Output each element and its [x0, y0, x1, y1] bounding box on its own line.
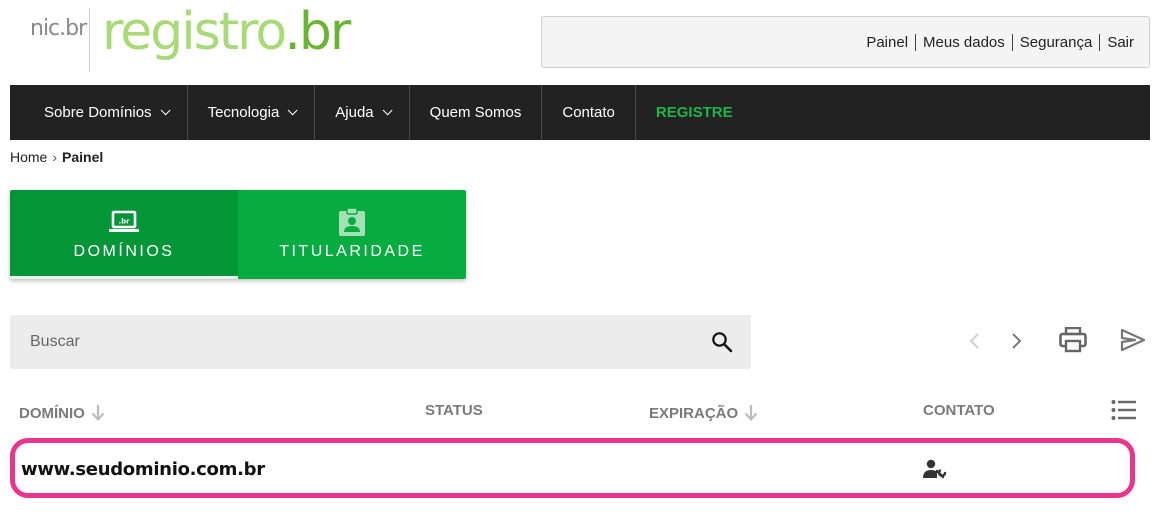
- logo-divider: [89, 8, 90, 72]
- column-label: CONTATO: [923, 402, 995, 419]
- chevron-down-icon: [160, 105, 171, 116]
- nav-sobre-dominios[interactable]: Sobre Domínios: [10, 85, 188, 140]
- sort-arrow-down-icon[interactable]: [744, 404, 758, 422]
- breadcrumb-current: Painel: [62, 149, 104, 165]
- section-tabs: .br DOMÍNIOS TITULARIDADE: [10, 190, 466, 279]
- chevron-right-icon[interactable]: [1008, 331, 1024, 356]
- table-row[interactable]: www.seudominio.com.br: [10, 438, 1135, 498]
- search-box: [10, 315, 751, 369]
- registro-br-logo: registro.br: [102, 2, 351, 62]
- laptop-br-icon: .br: [108, 208, 140, 236]
- nav-label: Quem Somos: [429, 104, 522, 121]
- print-icon[interactable]: [1059, 326, 1087, 358]
- nic-br-logo: nic.br: [30, 16, 87, 41]
- tab-label: DOMÍNIOS: [73, 243, 175, 260]
- nav-label: Tecnologia: [207, 104, 280, 121]
- user-links-box: Painel Meus dados Segurança Sair: [541, 16, 1150, 68]
- badge-person-icon: [338, 207, 366, 236]
- link-seguranca[interactable]: Segurança: [1011, 34, 1100, 51]
- send-icon[interactable]: [1120, 327, 1146, 358]
- nav-ajuda[interactable]: Ajuda: [315, 85, 410, 140]
- nav-label: Ajuda: [335, 104, 374, 121]
- chevron-left-icon[interactable]: [967, 331, 983, 356]
- registro-logo-text: registro: [102, 2, 286, 62]
- logo[interactable]: nic.br registro.br: [30, 2, 351, 72]
- domain-name[interactable]: www.seudominio.com.br: [21, 459, 265, 480]
- column-contato: CONTATO: [923, 402, 995, 419]
- column-label: DOMÍNIO: [19, 404, 85, 422]
- link-sair[interactable]: Sair: [1099, 34, 1134, 51]
- breadcrumb: Home › Painel: [10, 149, 103, 165]
- tab-label: TITULARIDADE: [279, 243, 425, 260]
- chevron-down-icon: [382, 105, 393, 116]
- nav-label: Contato: [562, 104, 615, 121]
- svg-text:.br: .br: [118, 218, 130, 226]
- nav-tecnologia[interactable]: Tecnologia: [188, 85, 316, 140]
- registro-logo-ext: .br: [284, 2, 351, 62]
- sort-arrow-down-icon[interactable]: [91, 404, 105, 422]
- tab-titularidade[interactable]: TITULARIDADE: [238, 190, 466, 279]
- breadcrumb-home[interactable]: Home: [10, 149, 47, 165]
- column-status: STATUS: [425, 402, 483, 419]
- main-nav: Sobre Domínios Tecnologia Ajuda Quem Som…: [10, 85, 1150, 140]
- column-list-icon[interactable]: [1111, 399, 1137, 426]
- nav-contato[interactable]: Contato: [542, 85, 636, 140]
- search-input[interactable]: [10, 315, 700, 369]
- link-painel[interactable]: Painel: [859, 34, 915, 51]
- user-links: Painel Meus dados Segurança Sair: [859, 34, 1134, 51]
- chevron-down-icon: [287, 105, 298, 116]
- nav-registre[interactable]: REGISTRE: [636, 85, 753, 140]
- tab-dominios[interactable]: .br DOMÍNIOS: [10, 190, 238, 279]
- user-wrench-icon[interactable]: [923, 459, 947, 484]
- nav-quem-somos[interactable]: Quem Somos: [410, 85, 543, 140]
- column-label: STATUS: [425, 402, 483, 419]
- column-expiracao[interactable]: EXPIRAÇÃO: [649, 404, 758, 422]
- breadcrumb-separator: ›: [52, 149, 58, 165]
- column-dominio[interactable]: DOMÍNIO: [19, 404, 105, 422]
- table-header: DOMÍNIO STATUS EXPIRAÇÃO CONTATO: [0, 399, 1170, 426]
- search-icon[interactable]: [711, 331, 733, 358]
- nav-label: Sobre Domínios: [44, 104, 152, 121]
- column-label: EXPIRAÇÃO: [649, 404, 739, 422]
- link-meus-dados[interactable]: Meus dados: [915, 34, 1012, 51]
